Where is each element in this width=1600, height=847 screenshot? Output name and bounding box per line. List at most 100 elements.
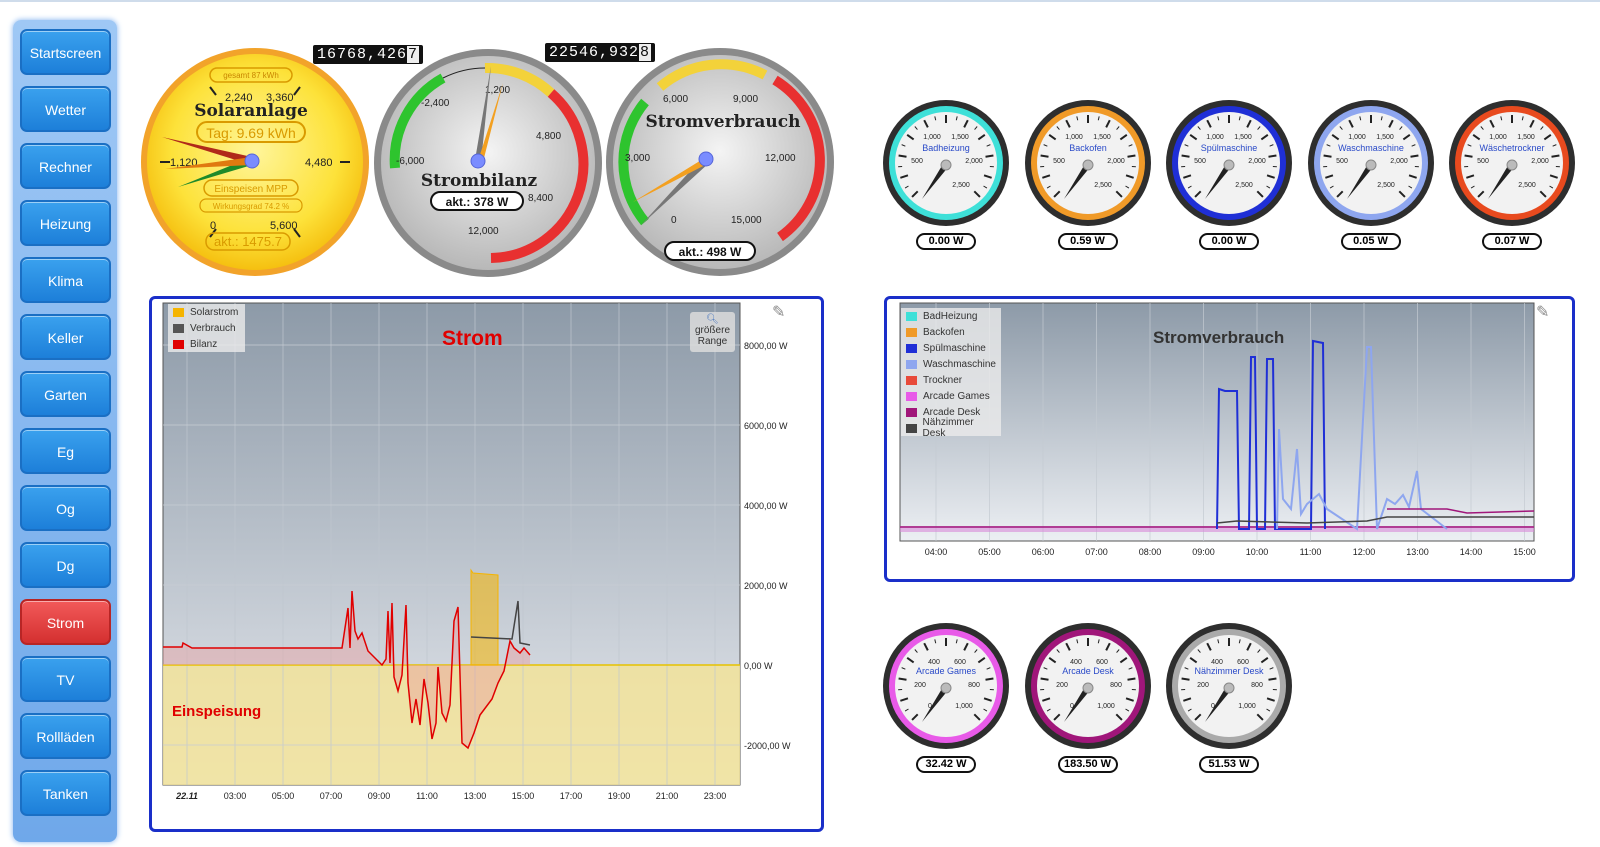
- small-gauge-tick: 1,000: [1238, 703, 1256, 710]
- strom-legend: Solarstrom Verbrauch Bilanz: [168, 304, 245, 352]
- small-gauge-tick: 1,000: [955, 703, 973, 710]
- y-tick: 4000,00 W: [744, 501, 788, 511]
- nav-keller[interactable]: Keller: [20, 314, 111, 360]
- x-tick: 17:00: [560, 791, 583, 801]
- legend-swatch: [173, 323, 184, 333]
- verbrauch-legend: BadHeizung Backofen Spülmaschine Waschmasch…: [901, 308, 1001, 439]
- einspeisung-label: Einspeisung: [172, 703, 262, 720]
- verbrauch-tick: 9,000: [733, 94, 758, 105]
- x-tick: 14:00: [1460, 547, 1483, 557]
- small-gauge-tick: 2,000: [1248, 158, 1266, 165]
- small-gauge-tick: 600: [1096, 659, 1108, 666]
- x-tick: 13:00: [464, 791, 487, 801]
- small-gauge-label: Badheizung: [922, 143, 970, 153]
- nav-rechner[interactable]: Rechner: [20, 143, 111, 189]
- legend-item[interactable]: BadHeizung: [901, 308, 1001, 324]
- small-gauge-tick: 1,000: [1206, 134, 1224, 141]
- verbrauch-akt: akt.: 498 W: [679, 245, 742, 259]
- verbrauch-tick: 3,000: [625, 153, 650, 164]
- legend-label: Waschmaschine: [923, 358, 996, 370]
- strom-chart: 8000,00 W 6000,00 W 4000,00 W 2000,00 W 0,00…: [162, 302, 791, 801]
- strom-chart-panel: 8000,00 W 6000,00 W 4000,00 W 2000,00 W 0,00…: [149, 296, 824, 832]
- y-tick: 2000,00 W: [744, 581, 788, 591]
- edit-pencil-icon[interactable]: ✎: [1536, 302, 1549, 322]
- small-gauge-tick: 1,500: [1376, 134, 1394, 141]
- x-tick: 11:00: [1300, 547, 1322, 557]
- small-gauge-tick: 500: [911, 158, 923, 165]
- stromverbrauch-gauge: 6,000 9,000 3,000 12,000 0 15,000 Stromv…: [606, 48, 834, 276]
- x-tick: 07:00: [1085, 547, 1108, 557]
- verbrauch-chart-title: Stromverbrauch: [1153, 328, 1285, 347]
- legend-label: Trockner: [923, 374, 963, 386]
- nav-strom[interactable]: Strom: [20, 599, 111, 645]
- legend-item[interactable]: Arcade Games: [901, 388, 1001, 404]
- legend-item[interactable]: Spülmaschine: [901, 340, 1001, 356]
- small-gauge-value: 0.00 W: [1199, 233, 1259, 250]
- nav-klima[interactable]: Klima: [20, 257, 111, 303]
- small-gauge: 400 600 200 800 0 1,000 Nähzimmer Desk 51.53 W: [1165, 622, 1293, 782]
- legend-label: Bilanz: [190, 338, 218, 350]
- small-gauge-tick: 500: [1336, 158, 1348, 165]
- x-tick: 23:00: [704, 791, 727, 801]
- range-button[interactable]: 🔍︎ größere Range: [690, 312, 735, 352]
- small-gauge-dial: 1,000 1,500 500 2,000 2,500 Spülmaschine: [1166, 100, 1292, 226]
- nav-eg[interactable]: Eg: [20, 428, 111, 474]
- bilanz-tick: 12,000: [468, 226, 499, 237]
- legend-item[interactable]: Waschmaschine: [901, 356, 1001, 372]
- legend-item[interactable]: Verbrauch: [168, 320, 245, 336]
- strom-chart-title: Strom: [442, 327, 503, 350]
- small-gauge-tick: 2,000: [965, 158, 983, 165]
- x-tick: 09:00: [368, 791, 391, 801]
- small-gauge: 400 600 200 800 0 1,000 Arcade Desk 183.50 W: [1024, 622, 1152, 782]
- legend-item[interactable]: Nähzimmer Desk: [901, 417, 1001, 439]
- small-gauge-tick: 2,000: [1107, 158, 1125, 165]
- nav-wetter[interactable]: Wetter: [20, 86, 111, 132]
- edit-pencil-icon[interactable]: ✎: [772, 302, 785, 322]
- legend-label: Backofen: [923, 326, 965, 338]
- bilanz-tick: 8,400: [528, 193, 553, 204]
- small-gauge-tick: 2,500: [1518, 182, 1536, 189]
- legend-item[interactable]: Backofen: [901, 324, 1001, 340]
- zoom-icon: 🔍︎: [706, 314, 719, 325]
- small-gauge-tick: 200: [1197, 682, 1209, 689]
- nav-og[interactable]: Og: [20, 485, 111, 531]
- small-gauge-dial: 400 600200 8000 1,000Arcade Games: [883, 623, 1009, 749]
- small-gauge-tick: 1,000: [923, 134, 941, 141]
- verbrauch-tick: 0: [671, 215, 677, 226]
- small-gauge-tick: 1,500: [951, 134, 969, 141]
- strombilanz-gauge: -2,400 1,200 4,800 -6,000 8,400 12,000 S…: [374, 49, 602, 277]
- bilanz-tick: -2,400: [421, 98, 450, 109]
- nav-garten[interactable]: Garten: [20, 371, 111, 417]
- small-gauge-label: Arcade Desk: [1062, 666, 1114, 676]
- nav-rollladen[interactable]: Rollläden: [20, 713, 111, 759]
- y-tick: 0,00 W: [744, 661, 773, 671]
- legend-swatch: [906, 423, 917, 433]
- nav-startscreen[interactable]: Startscreen: [20, 29, 111, 75]
- nav-tanken[interactable]: Tanken: [20, 770, 111, 816]
- legend-item[interactable]: Solarstrom: [168, 304, 245, 320]
- nav-tv[interactable]: TV: [20, 656, 111, 702]
- legend-label: Arcade Desk: [923, 406, 981, 418]
- verbrauch-title: Stromverbrauch: [646, 112, 801, 132]
- legend-swatch: [906, 375, 917, 385]
- x-tick: 07:00: [320, 791, 343, 801]
- top-border: [0, 0, 1600, 2]
- small-gauge: 400 600 200 800 0 1,000 Arcade Games 32.42 W: [882, 622, 1010, 782]
- small-gauge-tick: 400: [928, 659, 940, 666]
- nav-heizung[interactable]: Heizung: [20, 200, 111, 246]
- small-gauge-dial: 1,000 1,500 500 2,000 2,500 Waschmaschine: [1307, 100, 1434, 226]
- small-gauge-tick: 800: [1251, 682, 1263, 689]
- legend-item[interactable]: Trockner: [901, 372, 1001, 388]
- x-tick: 12:00: [1353, 547, 1376, 557]
- legend-swatch: [906, 359, 917, 369]
- small-gauge: 1,000 1,500 500 2,000 2,500 Wäschetrockner 0.0…: [1448, 99, 1576, 259]
- bilanz-akt: akt.: 378 W: [446, 195, 509, 209]
- legend-swatch: [906, 311, 917, 321]
- x-tick: 21:00: [656, 791, 679, 801]
- stromverbrauch-chart-panel: 04:00 05:00 06:00 07:00 08:00 09:00 10:00 11:00…: [884, 296, 1575, 582]
- nav-dg[interactable]: Dg: [20, 542, 111, 588]
- small-gauge-tick: 1,000: [1065, 134, 1083, 141]
- solar-akt: akt.: 1475.7: [214, 234, 282, 249]
- legend-item[interactable]: Bilanz: [168, 336, 245, 352]
- small-gauge-tick: 1,000: [1097, 703, 1115, 710]
